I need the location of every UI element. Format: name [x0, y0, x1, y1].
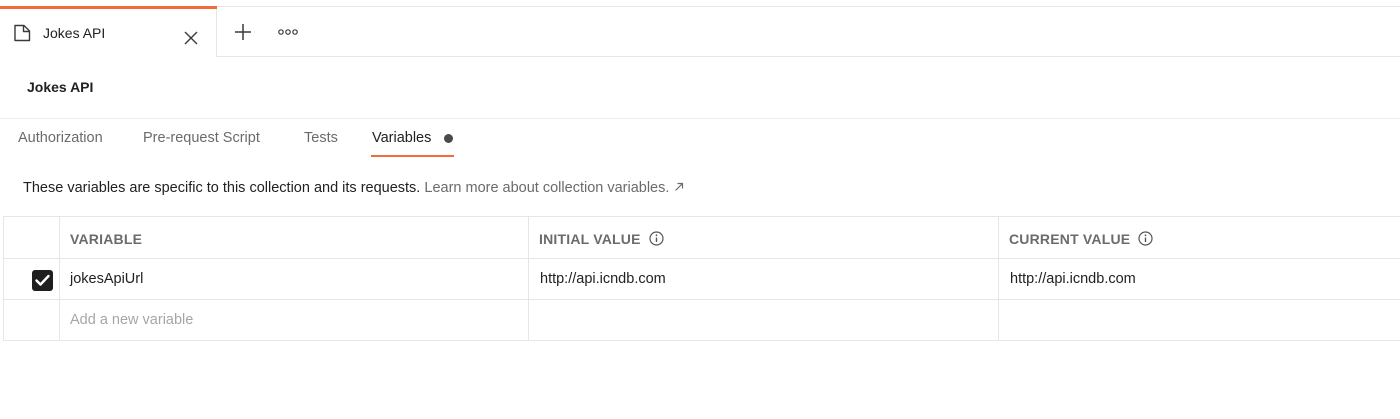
column-divider	[998, 217, 999, 341]
row-divider	[4, 299, 1400, 300]
unsaved-changes-dot	[444, 134, 453, 143]
column-header-current-value: CURRENT VALUE	[1009, 231, 1153, 247]
variables-table: VARIABLE INITIAL VALUE CURRENT VALUE jok…	[3, 216, 1400, 341]
checkmark-icon	[35, 274, 50, 286]
tab-bar: Jokes API	[0, 6, 1400, 57]
collection-tabs: Authorization Pre-request Script Tests V…	[0, 119, 1400, 161]
learn-more-link[interactable]: Learn more about collection variables.	[424, 180, 685, 196]
variables-description: These variables are specific to this col…	[23, 180, 685, 196]
column-divider	[59, 217, 60, 341]
tab-tests[interactable]: Tests	[304, 130, 338, 146]
description-text: These variables are specific to this col…	[23, 180, 421, 196]
variable-name-cell[interactable]: jokesApiUrl	[70, 271, 143, 287]
close-icon[interactable]	[183, 30, 199, 46]
column-header-variable: VARIABLE	[70, 231, 143, 247]
initial-value-cell[interactable]: http://api.icndb.com	[540, 271, 666, 287]
external-link-icon	[675, 182, 684, 191]
tab-pre-request-script[interactable]: Pre-request Script	[143, 130, 260, 146]
row-divider	[4, 258, 1400, 259]
current-value-cell[interactable]: http://api.icndb.com	[1010, 271, 1136, 287]
tab-jokes-api[interactable]: Jokes API	[0, 6, 217, 57]
collection-icon	[14, 24, 31, 42]
add-variable-input[interactable]: Add a new variable	[70, 312, 193, 328]
active-subtab-indicator	[371, 155, 454, 157]
active-tab-indicator	[0, 6, 217, 9]
column-divider	[528, 217, 529, 341]
more-options-icon[interactable]	[277, 22, 299, 42]
info-icon[interactable]	[649, 231, 664, 246]
info-icon[interactable]	[1138, 231, 1153, 246]
tab-label: Jokes API	[43, 25, 106, 41]
plus-icon[interactable]	[233, 22, 253, 42]
column-header-initial-value: INITIAL VALUE	[539, 231, 664, 247]
tab-variables[interactable]: Variables	[372, 130, 431, 146]
tab-authorization[interactable]: Authorization	[18, 130, 103, 146]
variable-enabled-checkbox[interactable]	[32, 270, 53, 291]
page-title: Jokes API	[27, 79, 94, 95]
